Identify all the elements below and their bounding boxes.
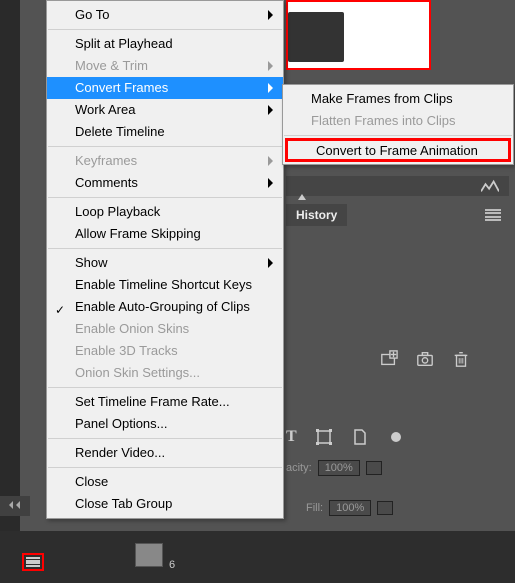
fill-value[interactable]: 100% xyxy=(329,500,371,516)
menu-move-trim: Move & Trim xyxy=(47,55,283,77)
menu-delete-timeline[interactable]: Delete Timeline xyxy=(47,121,283,143)
fill-flyout-icon[interactable] xyxy=(377,501,393,515)
canvas-preview xyxy=(286,0,431,70)
type-tool-row: T xyxy=(286,428,405,446)
submenu-arrow-icon xyxy=(268,61,273,71)
history-panel-header: History xyxy=(286,200,509,230)
submenu-flatten-frames: Flatten Frames into Clips xyxy=(283,110,513,132)
camera-icon[interactable] xyxy=(416,350,434,368)
menu-convert-frames[interactable]: Convert Frames xyxy=(47,77,283,99)
menu-keyframes: Keyframes xyxy=(47,150,283,172)
blend-dot-icon[interactable] xyxy=(387,428,405,446)
panel-menu-icon[interactable] xyxy=(485,209,501,221)
submenu-arrow-icon xyxy=(268,258,273,268)
type-tool-icon[interactable]: T xyxy=(286,428,297,446)
trash-icon[interactable] xyxy=(452,350,470,368)
submenu-arrow-icon xyxy=(268,105,273,115)
collapse-chevrons[interactable] xyxy=(0,496,30,516)
menu-work-area[interactable]: Work Area xyxy=(47,99,283,121)
menu-close-tab-group[interactable]: Close Tab Group xyxy=(47,493,283,515)
submenu-arrow-icon xyxy=(268,83,273,93)
submenu-make-frames[interactable]: Make Frames from Clips xyxy=(283,88,513,110)
submenu-convert-anim[interactable]: Convert to Frame Animation xyxy=(285,138,511,162)
menu-separator xyxy=(48,29,282,30)
menu-separator xyxy=(48,248,282,249)
mountains-icon xyxy=(481,177,499,195)
new-snapshot-icon[interactable] xyxy=(380,350,398,368)
history-actions xyxy=(380,350,470,368)
convert-frames-submenu: Make Frames from Clips Flatten Frames in… xyxy=(282,84,514,165)
menu-separator xyxy=(48,197,282,198)
timeline-footer: 6 xyxy=(0,531,515,583)
menu-allow-frame-skip[interactable]: Allow Frame Skipping xyxy=(47,223,283,245)
fill-label: Fill: xyxy=(306,502,323,514)
adjustment-strip xyxy=(286,176,509,196)
menu-comments[interactable]: Comments xyxy=(47,172,283,194)
menu-goto[interactable]: Go To xyxy=(47,4,283,26)
page-icon[interactable] xyxy=(351,428,369,446)
menu-onion-settings: Onion Skin Settings... xyxy=(47,362,283,384)
opacity-value[interactable]: 100% xyxy=(318,460,360,476)
canvas-thumb xyxy=(288,12,344,62)
menu-set-framerate[interactable]: Set Timeline Frame Rate... xyxy=(47,391,283,413)
menu-enable-autogroup[interactable]: ✓Enable Auto-Grouping of Clips xyxy=(47,296,283,318)
submenu-arrow-icon xyxy=(268,10,273,20)
menu-split[interactable]: Split at Playhead xyxy=(47,33,283,55)
fill-row: Fill: 100% xyxy=(306,500,393,516)
frame-count: 6 xyxy=(169,559,175,571)
menu-enable-3d: Enable 3D Tracks xyxy=(47,340,283,362)
triangle-up-icon xyxy=(296,177,308,195)
submenu-arrow-icon xyxy=(268,156,273,166)
frame-thumb[interactable] xyxy=(135,543,163,567)
menu-enable-shortcut[interactable]: Enable Timeline Shortcut Keys xyxy=(47,274,283,296)
history-tab[interactable]: History xyxy=(286,204,347,226)
menu-enable-onion: Enable Onion Skins xyxy=(47,318,283,340)
opacity-row: acity: 100% xyxy=(286,460,382,476)
menu-loop-playback[interactable]: Loop Playback xyxy=(47,201,283,223)
menu-close[interactable]: Close xyxy=(47,471,283,493)
timeline-menu-icon[interactable] xyxy=(22,553,44,571)
menu-separator xyxy=(284,135,512,136)
menu-show[interactable]: Show xyxy=(47,252,283,274)
menu-panel-options[interactable]: Panel Options... xyxy=(47,413,283,435)
menu-separator xyxy=(48,387,282,388)
menu-separator xyxy=(48,438,282,439)
menu-separator xyxy=(48,467,282,468)
menu-separator xyxy=(48,146,282,147)
submenu-arrow-icon xyxy=(268,178,273,188)
transform-icon[interactable] xyxy=(315,428,333,446)
menu-render-video[interactable]: Render Video... xyxy=(47,442,283,464)
opacity-flyout-icon[interactable] xyxy=(366,461,382,475)
timeline-context-menu: Go To Split at Playhead Move & Trim Conv… xyxy=(46,0,284,519)
opacity-label: acity: xyxy=(286,462,312,474)
